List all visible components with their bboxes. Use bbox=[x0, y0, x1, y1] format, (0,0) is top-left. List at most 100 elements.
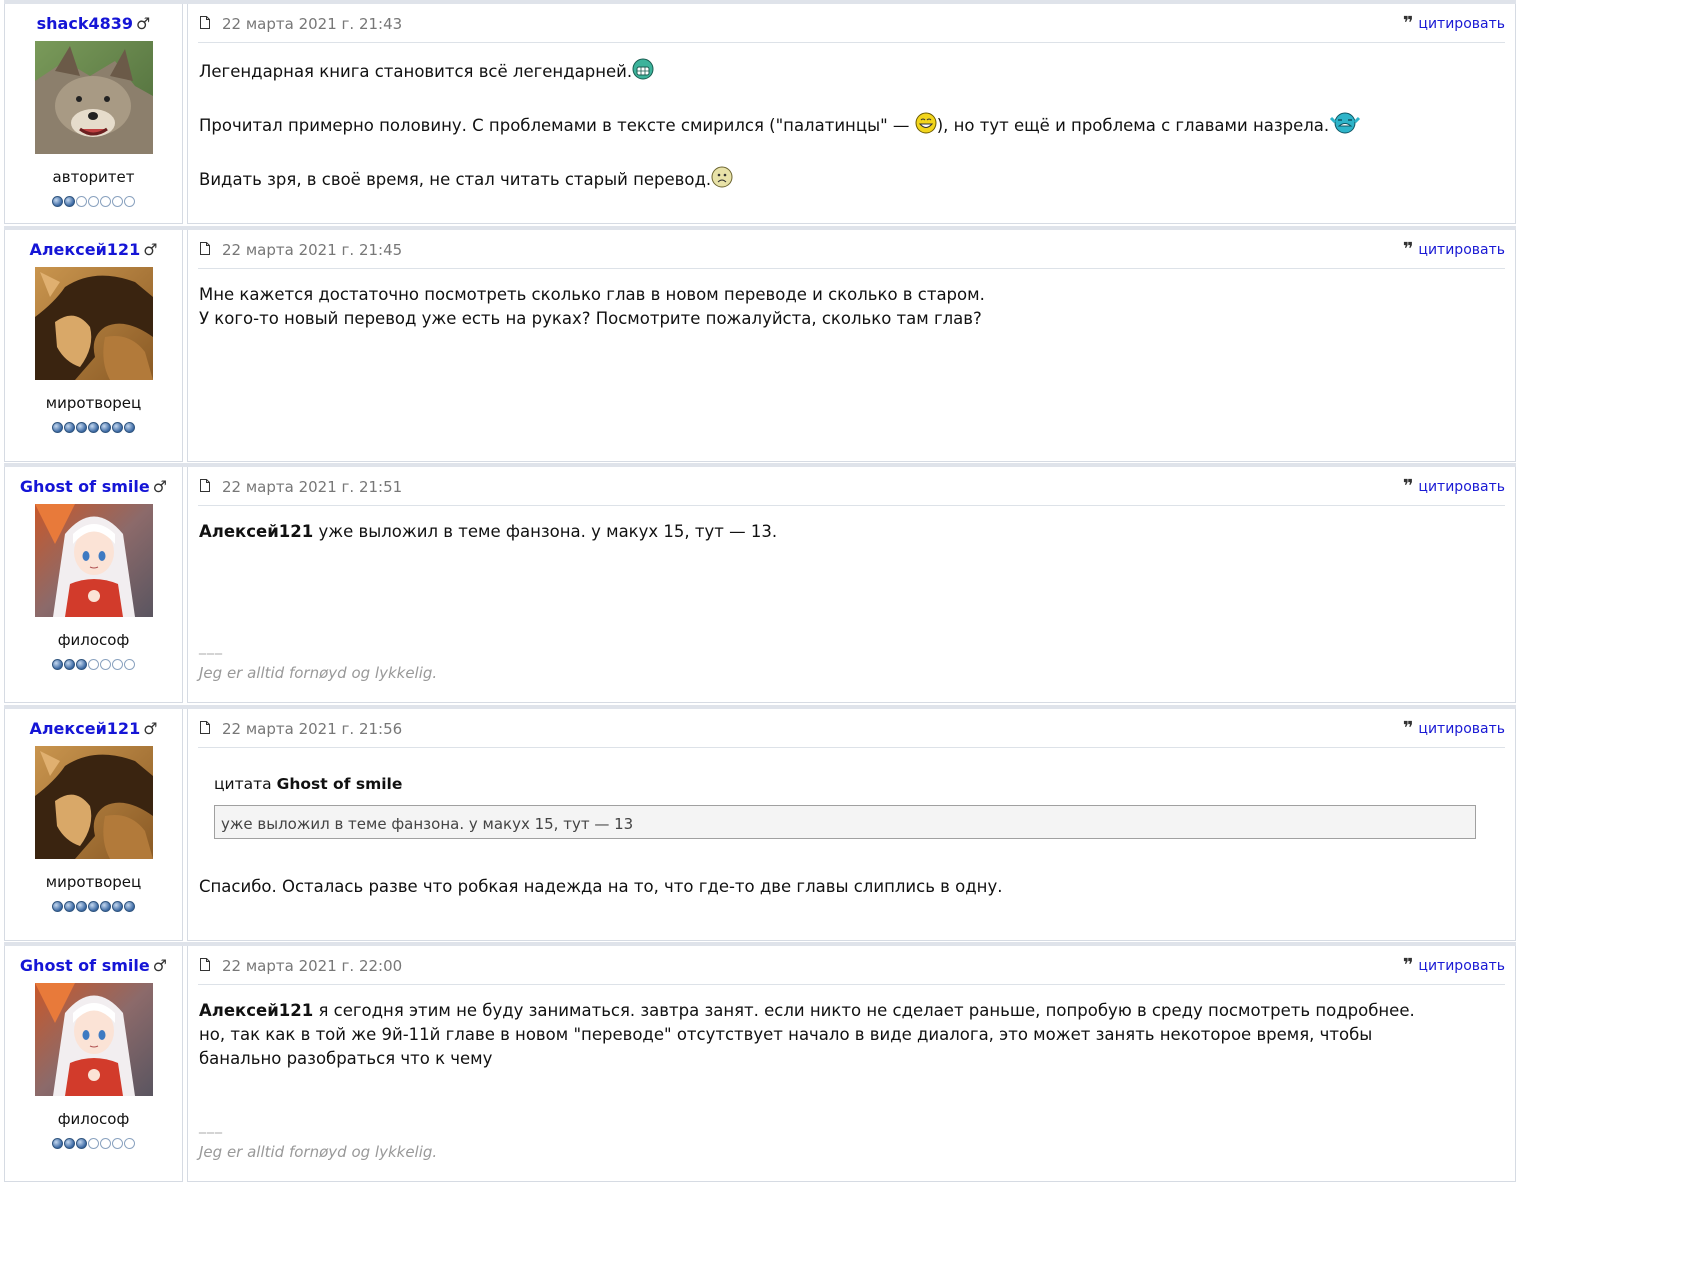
quote-label[interactable]: цитировать bbox=[1418, 16, 1505, 32]
male-gender-icon: ♂ bbox=[152, 956, 168, 975]
quoted-text-block: уже выложил в теме фанзона. у макух 15, … bbox=[214, 805, 1476, 839]
quote-icon: ❞ bbox=[1402, 13, 1413, 34]
rank-dot-filled bbox=[64, 422, 75, 433]
quote-label[interactable]: цитировать bbox=[1418, 721, 1505, 737]
post-date: 22 марта 2021 г. 21:45 bbox=[222, 241, 403, 259]
avatar[interactable] bbox=[34, 983, 153, 1096]
post-line: банально разобраться что к чему bbox=[199, 1049, 493, 1068]
rank-dot-empty bbox=[88, 196, 99, 207]
rank-dot-filled bbox=[76, 1138, 87, 1149]
signature-separator: ___ bbox=[199, 639, 223, 655]
post-line: я сегодня этим не буду заниматься. завтр… bbox=[313, 1001, 1415, 1020]
quote-label[interactable]: цитировать bbox=[1418, 479, 1505, 495]
user-panel: shack4839 ♂ авторитет bbox=[4, 4, 183, 224]
rank-level-indicator bbox=[5, 1138, 182, 1149]
quote-icon: ❞ bbox=[1402, 239, 1413, 260]
forum-post: Ghost of smile ♂ философ 22 марта 2021 г.… bbox=[4, 463, 1516, 703]
rank-dot-empty bbox=[112, 659, 123, 670]
rank-dot-filled bbox=[64, 901, 75, 912]
laughing-smiley-icon bbox=[632, 58, 654, 80]
rank-dot-filled bbox=[64, 659, 75, 670]
rank-dot-filled bbox=[112, 422, 123, 433]
post-date: 22 марта 2021 г. 21:43 bbox=[222, 15, 403, 33]
rank-dot-empty bbox=[100, 1138, 111, 1149]
male-gender-icon: ♂ bbox=[143, 240, 158, 259]
document-icon bbox=[200, 479, 210, 492]
post-date: 22 марта 2021 г. 21:56 bbox=[222, 720, 403, 738]
rank-dot-filled bbox=[76, 659, 87, 670]
post-text: Алексей121 я сегодня этим не буду занима… bbox=[199, 999, 1501, 1071]
rank-dot-empty bbox=[76, 196, 87, 207]
quote-label[interactable]: цитировать bbox=[1418, 958, 1505, 974]
sad-smiley-icon bbox=[711, 166, 733, 188]
forum-post: Алексей121 ♂ миротворец 22 марта 2021 г. … bbox=[4, 226, 1516, 462]
post-paragraph: Прочитал примерно половину. С проблемами… bbox=[199, 116, 915, 135]
user-panel: Алексей121 ♂ миротворец bbox=[4, 230, 183, 462]
rank-dot-filled bbox=[76, 901, 87, 912]
rank-dot-filled bbox=[64, 1138, 75, 1149]
avatar[interactable] bbox=[34, 41, 153, 154]
rank-level-indicator bbox=[5, 422, 182, 433]
post-header: 22 марта 2021 г. 21:51 ❞ цитировать bbox=[198, 467, 1505, 506]
quote-button[interactable]: ❞ цитировать bbox=[1403, 478, 1505, 496]
avatar[interactable] bbox=[34, 267, 153, 380]
quote-button[interactable]: ❞ цитировать bbox=[1402, 718, 1505, 739]
username-link[interactable]: Алексей121 ♂ bbox=[5, 240, 182, 259]
post-text: Алексей121 уже выложил в теме фанзона. у… bbox=[199, 520, 1501, 544]
quote-author[interactable]: Ghost of smile bbox=[277, 775, 403, 793]
user-signature: Jeg er alltid fornøyd og lykkelig. bbox=[199, 1143, 438, 1161]
quote-icon: ❞ bbox=[1402, 718, 1413, 739]
rank-dot-empty bbox=[88, 1138, 99, 1149]
document-icon bbox=[200, 242, 210, 255]
user-signature: Jeg er alltid fornøyd og lykkelig. bbox=[199, 664, 438, 682]
post-paragraph: Спасибо. Осталась разве что робкая надеж… bbox=[199, 877, 1003, 896]
username-link[interactable]: Алексей121 ♂ bbox=[5, 719, 182, 738]
crying-smiley-icon bbox=[1330, 112, 1361, 134]
rank-dot-empty bbox=[112, 1138, 123, 1149]
document-icon bbox=[200, 721, 210, 734]
username-link[interactable]: shack4839 ♂ bbox=[5, 14, 182, 33]
post-paragraph: Легендарная книга становится всё легенда… bbox=[199, 62, 633, 81]
user-rank: авторитет bbox=[52, 168, 135, 186]
quote-icon: ❞ bbox=[1402, 955, 1413, 976]
post-body: 22 марта 2021 г. 21:43 ❞ цитировать Леген… bbox=[187, 4, 1516, 224]
username[interactable]: Ghost of smile bbox=[20, 956, 150, 975]
username-link[interactable]: Ghost of smile ♂ bbox=[5, 477, 182, 496]
mentioned-user[interactable]: Алексей121 bbox=[199, 522, 313, 541]
quote-button[interactable]: ❞ цитировать bbox=[1402, 239, 1505, 260]
forum-post: Алексей121 ♂ миротворец 22 марта 2021 г. … bbox=[4, 705, 1516, 941]
quote-label[interactable]: цитировать bbox=[1418, 242, 1505, 258]
document-icon bbox=[200, 16, 210, 29]
rank-dot-empty bbox=[112, 196, 123, 207]
post-paragraph: уже выложил в теме фанзона. у макух 15, … bbox=[313, 522, 778, 541]
rank-dot-filled bbox=[52, 196, 63, 207]
username[interactable]: Алексей121 bbox=[29, 240, 140, 259]
username[interactable]: Алексей121 bbox=[29, 719, 140, 738]
quote-prefix: цитата bbox=[214, 775, 272, 793]
quote-button[interactable]: ❞ цитировать bbox=[1402, 13, 1505, 34]
avatar[interactable] bbox=[34, 746, 153, 859]
quote-button[interactable]: ❞ цитировать bbox=[1402, 955, 1505, 976]
post-body: 22 марта 2021 г. 22:00 ❞ цитировать Алекс… bbox=[187, 946, 1516, 1182]
rank-dot-empty bbox=[100, 196, 111, 207]
username[interactable]: shack4839 bbox=[37, 14, 133, 33]
username-link[interactable]: Ghost of smile ♂ bbox=[5, 956, 182, 975]
rank-dot-empty bbox=[124, 1138, 135, 1149]
user-rank: философ bbox=[57, 1110, 130, 1128]
post-line: но, так как в той же 9й-11й главе в ново… bbox=[199, 1025, 1373, 1044]
rank-dot-filled bbox=[52, 422, 63, 433]
post-text: Спасибо. Осталась разве что робкая надеж… bbox=[199, 875, 1501, 899]
rank-dot-filled bbox=[52, 1138, 63, 1149]
mentioned-user[interactable]: Алексей121 bbox=[199, 1001, 313, 1020]
signature-separator: ___ bbox=[199, 1118, 223, 1134]
avatar[interactable] bbox=[34, 504, 153, 617]
post-line: У кого-то новый перевод уже есть на рука… bbox=[199, 309, 982, 328]
rank-dot-filled bbox=[124, 901, 135, 912]
rank-dot-empty bbox=[124, 659, 135, 670]
document-icon bbox=[200, 958, 210, 971]
grin-smiley-icon bbox=[915, 112, 937, 134]
post-text: Легендарная книга становится всё легенда… bbox=[199, 58, 1501, 192]
quote-heading: цитата Ghost of smile bbox=[214, 775, 402, 793]
username[interactable]: Ghost of smile bbox=[20, 477, 150, 496]
rank-dot-filled bbox=[88, 422, 99, 433]
